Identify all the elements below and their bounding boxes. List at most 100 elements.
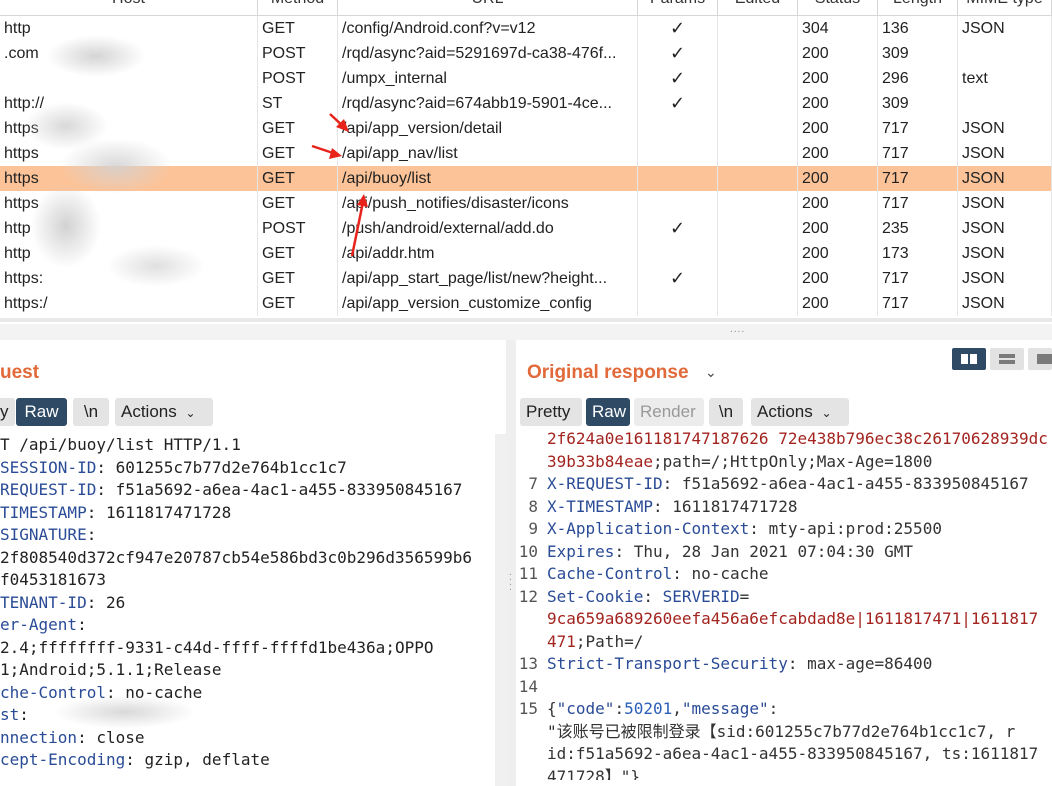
url-cell: /api/app_version/detail [338, 116, 638, 141]
table-row[interactable]: https GET/api/buoy/list 200 717 JSON [0, 166, 1052, 191]
edited-cell [718, 41, 798, 66]
table-row[interactable]: https: GET/api/app_start_page/list/new?he… [0, 266, 1052, 291]
response-line: "该账号已被限制登录【sid:601255c7b77d2e764b1cc1c7,… [516, 721, 1052, 744]
edited-cell [718, 116, 798, 141]
column-header-edited[interactable]: Edited [718, 0, 798, 16]
column-header-method[interactable]: Method [258, 0, 338, 16]
params-cell [638, 166, 718, 191]
table-row[interactable]: POST/umpx_internal ✓ 200 296 text [0, 66, 1052, 91]
params-cell: ✓ [638, 41, 718, 66]
status-cell: 304 [798, 16, 878, 41]
token: 9ca659a689260eefa456a6efcabdad8e|1611817… [547, 609, 1039, 628]
chevron-down-icon: ⌄ [185, 406, 196, 420]
table-row[interactable]: https GET/api/push_notifies/disaster/icon… [0, 191, 1052, 216]
response-raw-tab[interactable]: Raw [586, 398, 630, 426]
length-cell: 717 [878, 191, 958, 216]
mime-cell [958, 91, 1052, 116]
table-row[interactable]: https GET/api/app_nav/list 200 717 JSON [0, 141, 1052, 166]
params-cell [638, 291, 718, 316]
request-raw-tab[interactable]: Raw [16, 398, 67, 426]
request-pane-title: uest [0, 362, 40, 383]
request-line: st: [0, 704, 495, 727]
token: Set-Cookie [547, 586, 644, 606]
stacked-view-icon[interactable] [990, 348, 1024, 370]
token: = [739, 586, 750, 606]
vertical-splitter[interactable]: ∙ ∙ ∙ ∙ [506, 340, 516, 786]
token: : Thu, 28 Jan 2021 07:04:30 GMT [614, 541, 914, 561]
response-newline-toggle[interactable]: \n [709, 398, 743, 426]
column-header-url[interactable]: URL [338, 0, 638, 16]
line-number: 9 [528, 519, 538, 538]
method-cell: GET [258, 16, 338, 41]
length-cell: 717 [878, 266, 958, 291]
line-text: Strict-Transport-Security: max-age=86400 [547, 653, 932, 676]
line-text: 471;Path=/ [547, 631, 643, 654]
table-row[interactable]: http POST/push/android/external/add.do ✓ 20… [0, 216, 1052, 241]
column-header-host[interactable]: Host [0, 0, 258, 16]
table-row[interactable]: .com POST/rqd/async?aid=5291697d-ca38-476… [0, 41, 1052, 66]
header-value: T /api/buoy/list HTTP/1.1 [0, 435, 241, 454]
host-cell: http [0, 16, 258, 41]
table-row[interactable]: http://ST/rqd/async?aid=674abb19-5901-4c… [0, 91, 1052, 116]
token: X-REQUEST-ID [547, 474, 663, 493]
token: Expires [547, 541, 615, 561]
table-row[interactable]: https:/GET/api/app_version_customize_con… [0, 291, 1052, 316]
header-value: : 1611817471728 [86, 502, 232, 522]
token: 2f624a0e161181747187626 72e438b796ec38c2… [547, 429, 1048, 448]
method-cell: GET [258, 241, 338, 266]
method-cell: GET [258, 141, 338, 166]
line-number: 13 [518, 654, 538, 673]
header-name: REQUEST-ID [0, 480, 97, 499]
header-name: che-Control [0, 682, 106, 702]
table-row[interactable]: https GET/api/app_version/detail 200 717 JSO… [0, 116, 1052, 141]
url-cell: /api/app_nav/list [338, 141, 638, 166]
checkmark-icon: ✓ [669, 268, 686, 288]
response-line: 9 X-Application-Context: mty-api:prod:255… [516, 518, 1052, 541]
vertical-splitter-grip-icon: ∙ ∙ ∙ ∙ [509, 569, 512, 595]
line-text: "该账号已被限制登录【sid:601255c7b77d2e764b1cc1c7,… [547, 721, 1015, 744]
checkmark-icon: ✓ [669, 218, 686, 238]
header-value: f0453181673 [0, 570, 106, 589]
chevron-down-icon[interactable]: ⌄ [705, 364, 717, 381]
checkmark-icon: ✓ [669, 43, 686, 63]
column-header-status[interactable]: Status [798, 0, 878, 16]
mime-cell: JSON [958, 266, 1052, 291]
request-newline-toggle[interactable]: \n [73, 398, 109, 426]
request-editor-scrollbar[interactable] [495, 434, 506, 786]
table-row[interactable]: http GET/config/Android.conf?v=v12 ✓ 304 136… [0, 16, 1052, 41]
header-value: : 26 [86, 592, 126, 612]
params-cell: ✓ [638, 91, 718, 116]
token: X-TIMESTAMP [547, 496, 653, 516]
line-number: 11 [518, 564, 538, 583]
header-name: SESSION-ID [0, 457, 97, 477]
column-header-length[interactable]: Length [878, 0, 958, 16]
edited-cell [718, 266, 798, 291]
request-actions-button[interactable]: Actions ⌄ [115, 398, 213, 426]
line-text: Set-Cookie: SERVERID= [547, 586, 749, 609]
url-cell: /api/push_notifies/disaster/icons [338, 191, 638, 216]
token: : max-age=86400 [787, 654, 933, 673]
request-line: nnection: close [0, 727, 495, 750]
column-header-params[interactable]: Params [638, 0, 718, 16]
url-cell: /umpx_internal [338, 66, 638, 91]
split-view-icon[interactable] [952, 348, 986, 370]
request-pretty-tab[interactable]: y [0, 398, 15, 426]
table-row[interactable]: http GET/api/addr.htm 200 173 JSON [0, 241, 1052, 266]
status-cell: 200 [798, 191, 878, 216]
request-line: 1;Android;5.1.1;Release [0, 659, 495, 682]
column-header-mime-type[interactable]: MIME type [958, 0, 1052, 16]
length-cell: 296 [878, 66, 958, 91]
single-view-icon[interactable] [1028, 348, 1052, 370]
request-raw-editor[interactable]: T /api/buoy/list HTTP/1.1 SESSION-ID: 601… [0, 434, 495, 786]
mime-cell: JSON [958, 116, 1052, 141]
response-raw-editor[interactable]: 2f624a0e161181747187626 72e438b796ec38c2… [516, 428, 1052, 780]
horizontal-scrollbar[interactable] [0, 318, 1052, 322]
edited-cell [718, 66, 798, 91]
response-pretty-tab[interactable]: Pretty [520, 398, 582, 426]
mime-cell: JSON [958, 291, 1052, 316]
horizontal-splitter[interactable]: ∙∙∙∙ [0, 324, 1052, 340]
header-name: TENANT-ID [0, 592, 87, 612]
host-cell: https [0, 141, 258, 166]
token: : [768, 699, 779, 718]
response-actions-button[interactable]: Actions ⌄ [751, 398, 849, 426]
